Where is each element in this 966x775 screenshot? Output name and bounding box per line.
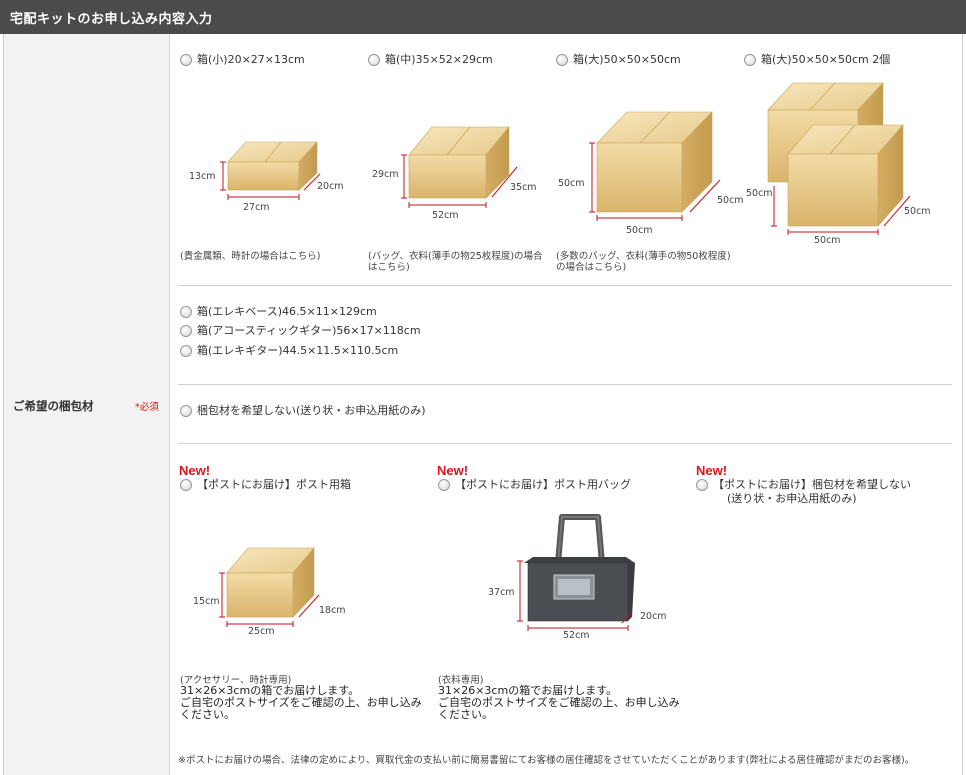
radio-button[interactable] (438, 479, 450, 491)
divider (178, 384, 952, 385)
option-box-medium[interactable]: 箱(中)35×52×29cm (368, 53, 493, 67)
radio-button[interactable] (180, 479, 192, 491)
box-large-x2-illustration (767, 82, 911, 235)
radio-button[interactable] (368, 54, 380, 66)
dim-width: 52cm (563, 630, 590, 641)
radio-button[interactable] (180, 325, 192, 337)
box-large-illustration (589, 111, 721, 221)
dim-depth: 50cm (717, 195, 744, 206)
option-label: 梱包材を希望しない(送り状・お申込用紙のみ) (197, 404, 426, 417)
dim-width: 50cm (814, 235, 841, 246)
dim-depth: 18cm (319, 605, 346, 616)
dim-width: 27cm (243, 202, 270, 213)
new-badge: New! (179, 463, 211, 478)
option-note: (多数のバッグ、衣料(薄手の物50枚程度) (556, 251, 731, 262)
dim-height: 13cm (189, 171, 216, 182)
box-medium-illustration (401, 126, 518, 208)
option-desc: ください。 (180, 708, 235, 721)
option-box-electric-bass[interactable]: 箱(エレキベース)46.5×11×129cm (180, 305, 377, 319)
option-note: の場合はこちら) (556, 262, 627, 273)
option-post-box[interactable]: 【ポストにお届け】ポスト用箱 (180, 478, 351, 492)
dim-height: 50cm (558, 178, 585, 189)
required-mark: *必須 (135, 402, 159, 413)
dim-depth: 20cm (317, 181, 344, 192)
divider (178, 285, 952, 286)
option-box-large[interactable]: 箱(大)50×50×50cm (556, 53, 681, 67)
dim-width: 25cm (248, 626, 275, 637)
page-header: 宅配キットのお申し込み内容入力 (0, 0, 966, 34)
dim-depth: 50cm (904, 206, 931, 217)
option-desc: ください。 (438, 708, 493, 721)
post-box-illustration (219, 547, 320, 627)
dim-height: 15cm (193, 596, 220, 607)
radio-button[interactable] (180, 54, 192, 66)
option-note: (バッグ、衣料(薄手の物25枚程度)の場合 (368, 251, 543, 262)
radio-button[interactable] (556, 54, 568, 66)
dim-depth: 35cm (510, 182, 537, 193)
dim-height: 29cm (372, 169, 399, 180)
option-note: (貴金属類、時計の場合はこちら) (180, 251, 321, 262)
dim-height: 50cm (746, 188, 773, 199)
radio-button[interactable] (696, 479, 708, 491)
dim-width: 52cm (432, 210, 459, 221)
option-label: 【ポストにお届け】ポスト用箱 (197, 478, 351, 491)
radio-button[interactable] (180, 345, 192, 357)
option-box-small[interactable]: 箱(小)20×27×13cm (180, 53, 305, 67)
option-no-packaging[interactable]: 梱包材を希望しない(送り状・お申込用紙のみ) (180, 404, 426, 418)
radio-button[interactable] (744, 54, 756, 66)
dim-height: 37cm (488, 587, 515, 598)
dim-width: 50cm (626, 225, 653, 236)
divider (178, 443, 952, 444)
new-badge: New! (437, 463, 469, 478)
option-label: 箱(大)50×50×50cm 2個 (761, 53, 891, 66)
field-label-cell: ご希望の梱包材 *必須 (4, 34, 170, 775)
option-post-bag[interactable]: 【ポストにお届け】ポスト用バッグ (438, 478, 631, 492)
option-label: 箱(大)50×50×50cm (573, 53, 681, 66)
option-box-electric-guitar[interactable]: 箱(エレキギター)44.5×11.5×110.5cm (180, 344, 398, 358)
page-title: 宅配キットのお申し込み内容入力 (10, 12, 213, 27)
radio-button[interactable] (180, 306, 192, 318)
radio-button[interactable] (180, 405, 192, 417)
dim-depth: 20cm (640, 611, 667, 622)
new-badge: New! (696, 463, 728, 478)
option-label: 【ポストにお届け】梱包材を希望しない (713, 478, 911, 491)
option-label: 箱(アコースティックギター)56×17×118cm (197, 324, 421, 337)
option-label: 箱(小)20×27×13cm (197, 53, 305, 66)
option-label: 箱(エレキギター)44.5×11.5×110.5cm (197, 344, 399, 357)
field-label: ご希望の梱包材 (13, 399, 94, 413)
option-post-no-packaging[interactable]: 【ポストにお届け】梱包材を希望しない (送り状・お申込用紙のみ) (696, 478, 911, 506)
option-label: 箱(中)35×52×29cm (385, 53, 493, 66)
post-bag-illustration (517, 514, 635, 631)
footnote: ※ポストにお届けの場合、法律の定めにより、買取代金の支払い前に簡易書留にてお客様… (178, 755, 915, 766)
option-label: 箱(エレキベース)46.5×11×129cm (197, 305, 377, 318)
option-box-large-x2[interactable]: 箱(大)50×50×50cm 2個 (744, 53, 890, 67)
option-label-sub: (送り状・お申込用紙のみ) (727, 492, 857, 505)
option-box-acoustic-guitar[interactable]: 箱(アコースティックギター)56×17×118cm (180, 324, 421, 338)
option-label: 【ポストにお届け】ポスト用バッグ (455, 478, 631, 491)
option-note: はこちら) (368, 262, 410, 273)
